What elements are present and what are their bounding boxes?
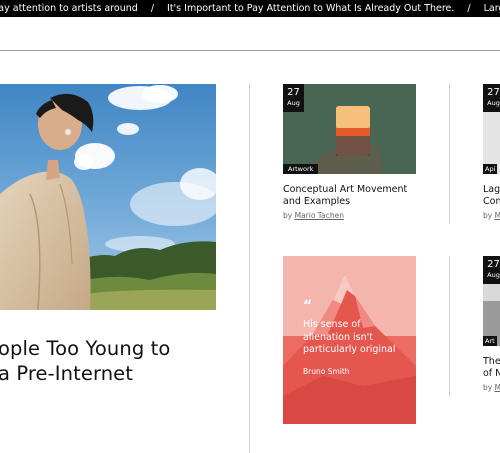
ticker-separator: / xyxy=(150,3,155,14)
byline-prefix: by xyxy=(483,211,493,220)
card-image[interactable]: 27 Aug Api xyxy=(483,84,500,174)
author-link[interactable]: Mario Tachen xyxy=(295,211,344,220)
ticker-track: Pay attention to artists around / It's Imp… xyxy=(0,0,500,17)
hero-title[interactable]: ople Too Young to a Pre-Internet xyxy=(0,336,170,386)
date-month: Aug xyxy=(487,99,500,107)
card-byline: by M xyxy=(483,383,500,393)
card-title-line: Lage xyxy=(483,184,500,195)
ticker-item[interactable]: Large office xyxy=(484,0,500,17)
author-link[interactable]: M xyxy=(495,211,500,220)
date-day: 27 xyxy=(487,87,500,98)
hero-photo xyxy=(0,84,216,310)
ticker-item[interactable]: It's Important to Pay Attention to What … xyxy=(167,0,454,17)
card-title[interactable]: Lage Con xyxy=(483,184,500,208)
card-title-line: Conceptual Art Movement xyxy=(283,184,408,195)
date-badge: 27 Aug xyxy=(483,256,500,284)
card-image[interactable]: 27 Aug Art xyxy=(483,256,500,346)
column-divider xyxy=(449,256,450,396)
date-day: 27 xyxy=(287,87,300,98)
category-badge[interactable]: Art xyxy=(483,336,497,346)
card-byline: by M xyxy=(483,211,500,221)
ticker-separator: / xyxy=(467,3,471,14)
card-byline: by Mario Tachen xyxy=(283,211,344,221)
hero-title-line: ople Too Young to xyxy=(0,337,171,360)
quote-card[interactable]: “ His sense of alienation isn't particul… xyxy=(283,256,416,424)
card-title-line: The xyxy=(483,356,500,367)
date-month: Aug xyxy=(287,99,300,107)
category-badge[interactable]: Artwork xyxy=(283,164,319,174)
card-image[interactable]: 27 Aug Artwork xyxy=(283,84,416,174)
date-badge: 27 Aug xyxy=(483,84,500,112)
date-month: Aug xyxy=(487,271,500,279)
ticker-item[interactable]: Pay attention to artists around xyxy=(0,0,138,17)
card-title-line: and Examples xyxy=(283,196,351,207)
card-title[interactable]: The of N xyxy=(483,356,500,380)
author-link[interactable]: M xyxy=(495,383,500,392)
quote-author: Bruno Smith xyxy=(303,367,350,376)
header-divider xyxy=(0,50,500,51)
hero-image[interactable] xyxy=(0,84,216,310)
card-title-line: Con xyxy=(483,196,500,207)
date-day: 27 xyxy=(487,259,500,270)
category-badge[interactable]: Api xyxy=(483,164,498,174)
card-title-line: of N xyxy=(483,368,500,379)
column-divider xyxy=(449,84,450,224)
card-title[interactable]: Conceptual Art Movement and Examples xyxy=(283,184,423,208)
news-ticker: Pay attention to artists around / It's Imp… xyxy=(0,0,500,17)
quote-text: His sense of alienation isn't particular… xyxy=(303,319,396,355)
date-badge: 27 Aug xyxy=(283,84,304,112)
byline-prefix: by xyxy=(483,383,493,392)
quote-mark-icon: “ xyxy=(303,298,313,314)
hero-title-line: a Pre-Internet xyxy=(0,362,134,385)
byline-prefix: by xyxy=(283,211,293,220)
column-divider xyxy=(249,84,250,453)
